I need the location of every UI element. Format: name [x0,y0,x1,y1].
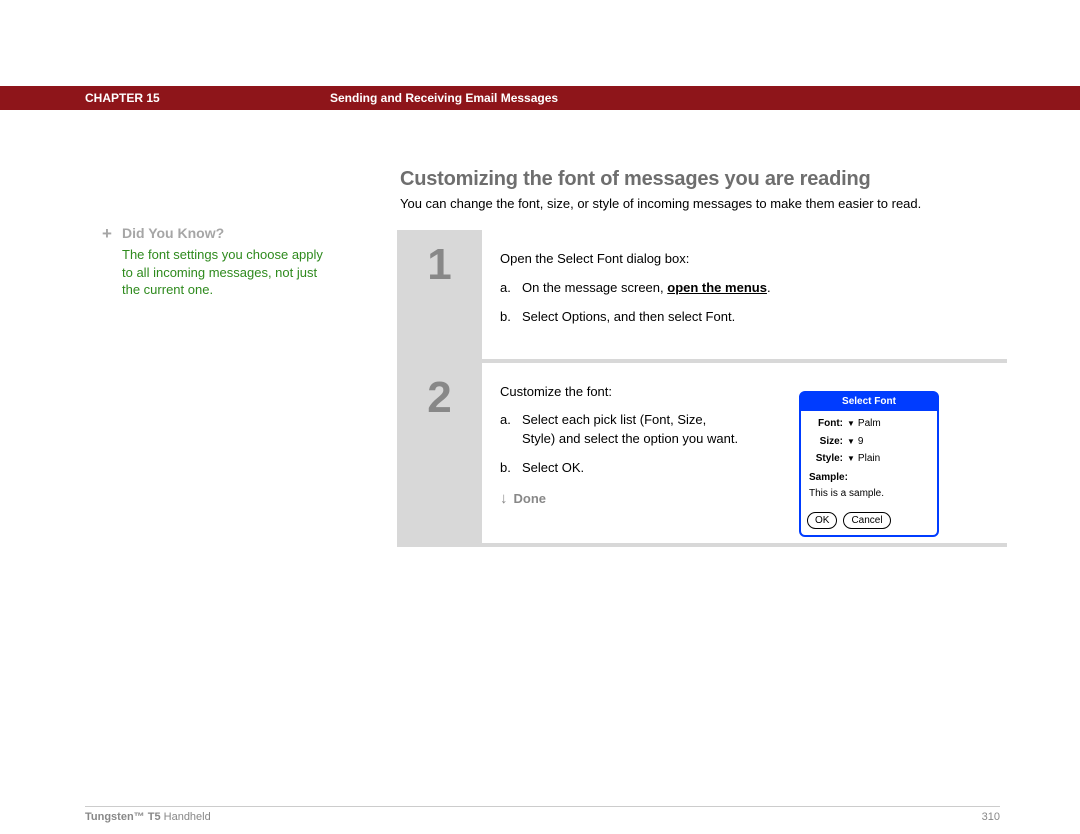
product-name-bold: Tungsten™ T5 [85,811,161,823]
did-you-know-body: The font settings you choose apply to al… [122,246,327,299]
font-picklist[interactable]: ▼Palm [847,417,881,432]
step-number: 2 [397,363,482,543]
dialog-sample-text: This is a sample. [809,487,929,502]
step-2: 2 Customize the font: a. Select each pic… [397,363,1007,547]
size-value: 9 [858,435,864,450]
step-content: Open the Select Font dialog box: a. On t… [482,230,1007,359]
page-footer: Tungsten™ T5 Handheld 310 [85,806,1000,823]
chevron-down-icon: ▼ [847,418,855,430]
item-post: . [767,280,771,295]
dialog-font-label: Font: [809,417,847,432]
steps-container: 1 Open the Select Font dialog box: a. On… [397,230,1007,547]
plus-icon: + [102,224,112,244]
done-arrow-icon: ↓ [500,490,508,507]
step-content: Customize the font: a. Select each pick … [482,363,1007,543]
dialog-size-label: Size: [809,435,847,450]
step-number: 1 [397,230,482,359]
section-intro: You can change the font, size, or style … [400,196,1020,211]
step-lead: Open the Select Font dialog box: [500,250,989,269]
dialog-row-font: Font: ▼Palm [809,417,929,432]
chapter-number: CHAPTER 15 [85,91,160,105]
section-title: Customizing the font of messages you are… [400,168,870,191]
item-letter: a. [500,279,522,298]
chapter-header: CHAPTER 15 Sending and Receiving Email M… [0,86,1080,110]
item-letter: a. [500,411,522,449]
style-value: Plain [858,452,880,467]
item-pre: On the message screen, [522,280,667,295]
product-name-rest: Handheld [161,811,211,823]
item-text: On the message screen, open the menus. [522,279,989,298]
dialog-title: Select Font [801,393,937,412]
item-text: Select Options, and then select Font. [522,308,989,327]
dialog-row-size: Size: ▼9 [809,435,929,450]
style-picklist[interactable]: ▼Plain [847,452,880,467]
font-value: Palm [858,417,881,432]
page-number: 310 [982,811,1000,823]
cancel-button[interactable]: Cancel [843,512,890,529]
chapter-title: Sending and Receiving Email Messages [330,91,558,105]
select-font-dialog: Select Font Font: ▼Palm Size: ▼9 Style: [799,391,939,537]
dialog-row-style: Style: ▼Plain [809,452,929,467]
open-menus-link[interactable]: open the menus [667,280,767,295]
step-lead: Customize the font: [500,383,740,402]
item-letter: b. [500,459,522,478]
done-row: ↓ Done [500,488,740,510]
product-name: Tungsten™ T5 Handheld [85,811,211,823]
dialog-style-label: Style: [809,452,847,467]
dialog-sample-label: Sample: [809,471,929,486]
chevron-down-icon: ▼ [847,436,855,448]
done-label: Done [514,491,547,506]
chevron-down-icon: ▼ [847,453,855,465]
item-letter: b. [500,308,522,327]
size-picklist[interactable]: ▼9 [847,435,863,450]
did-you-know-label: Did You Know? [122,225,224,241]
item-text: Select each pick list (Font, Size, Style… [522,411,740,449]
step-1: 1 Open the Select Font dialog box: a. On… [397,230,1007,363]
ok-button[interactable]: OK [807,512,837,529]
item-text: Select OK. [522,459,740,478]
